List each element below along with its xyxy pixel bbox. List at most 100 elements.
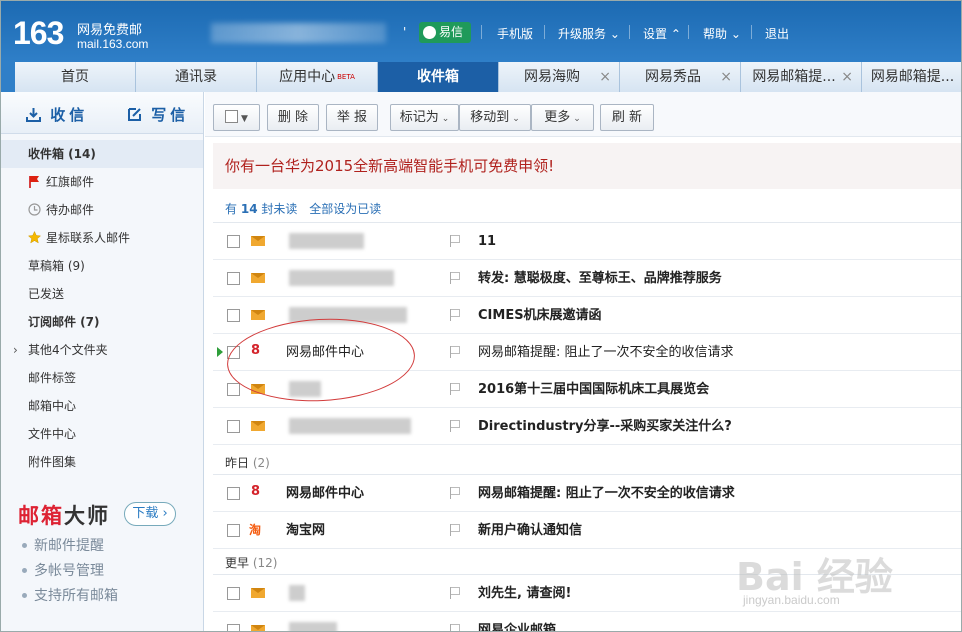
divider [481, 25, 482, 39]
email-row[interactable]: 转发: 慧聪极度、至尊标王、品牌推荐服务 [213, 260, 961, 297]
flag-icon[interactable] [450, 235, 461, 247]
flag-icon[interactable] [450, 272, 461, 284]
help-link[interactable]: 帮助 ⌄ [703, 25, 741, 42]
chevron-right-icon: › [158, 506, 168, 521]
tab-mail-reminder-1[interactable]: 网易邮箱提... × [741, 62, 862, 92]
chevron-right-icon[interactable]: › [13, 336, 18, 364]
sidebar-item-mail-center[interactable]: 邮箱中心 [1, 392, 203, 420]
promo-banner[interactable]: 你有一台华为2015全新高端智能手机可免费申领! [213, 143, 961, 189]
flag-icon[interactable] [450, 487, 461, 499]
email-subject: 刘先生, 请查阅! [478, 586, 572, 601]
sidebar-item-attachments[interactable]: 附件图集 [1, 448, 203, 476]
download-button[interactable]: 下载 › [124, 502, 176, 526]
envelope-icon [251, 421, 265, 431]
row-checkbox[interactable] [227, 383, 240, 396]
sidebar-item-sent[interactable]: 已发送 [1, 280, 203, 308]
receive-button[interactable]: 收信 [26, 104, 88, 125]
flag-icon[interactable] [450, 309, 461, 321]
baidu-watermark-url: jingyan.baidu.com [743, 593, 840, 607]
envelope-icon [251, 625, 265, 631]
tab-netease-haigou[interactable]: 网易海购 × [499, 62, 620, 92]
row-checkbox[interactable] [227, 524, 240, 537]
email-row[interactable]: 淘 淘宝网 新用户确认通知信 [213, 512, 961, 549]
unread-summary: 有 14 封未读 全部设为已读 [225, 202, 382, 216]
divider [751, 25, 752, 39]
mobile-link[interactable]: 手机版 [497, 25, 533, 42]
tab-app-center[interactable]: 应用中心 BETA [257, 62, 378, 92]
sidebar-item-red-flag[interactable]: 红旗邮件 [1, 168, 203, 196]
row-checkbox[interactable] [227, 420, 240, 433]
email-row[interactable]: 11 [213, 223, 961, 260]
refresh-button[interactable]: 刷 新 [600, 104, 654, 131]
blurred-sender [289, 418, 411, 434]
flag-icon[interactable] [450, 346, 461, 358]
email-subject: Directindustry分享--采购买家关注什么? [478, 419, 732, 434]
row-checkbox[interactable] [227, 624, 240, 631]
star-icon [28, 231, 41, 244]
sidebar-item-todo[interactable]: 待办邮件 [1, 196, 203, 224]
sidebar-item-starred[interactable]: 星标联系人邮件 [1, 224, 203, 252]
move-to-button[interactable]: 移动到 ⌄ [459, 104, 531, 131]
sidebar-item-other-folders[interactable]: › 其他4个文件夹 [1, 336, 203, 364]
chevron-down-icon: ⌄ [727, 27, 741, 41]
close-icon[interactable]: × [599, 62, 611, 92]
blurred-sender [289, 233, 364, 249]
tab-contacts[interactable]: 通讯录 [136, 62, 257, 92]
mark-as-button[interactable]: 标记为 ⌄ [390, 104, 459, 131]
feature-item: 新邮件提醒 [18, 535, 118, 555]
flag-icon[interactable] [450, 420, 461, 432]
mail-master-promo: 邮箱大师 下载 › 新邮件提醒 多帐号管理 支持所有邮箱 [18, 500, 176, 605]
tab-home[interactable]: 首页 [15, 62, 136, 92]
unread-count: 14 [240, 202, 258, 216]
sidebar-item-subscriptions[interactable]: 订阅邮件 (7) [1, 308, 203, 336]
email-row[interactable]: 8 网易邮件中心 网易邮箱提醒: 阻止了一次不安全的收信请求 [213, 475, 961, 512]
close-icon[interactable]: × [841, 62, 853, 92]
taobao-icon: 淘 [249, 523, 262, 537]
compose-button[interactable]: 写信 [127, 104, 189, 125]
flag-icon[interactable] [450, 524, 461, 536]
flag-icon[interactable] [450, 624, 461, 631]
select-all-checkbox[interactable] [225, 110, 239, 123]
mark-all-read-link[interactable]: 全部设为已读 [309, 202, 381, 216]
more-button[interactable]: 更多 ⌄ [531, 104, 594, 131]
delete-button[interactable]: 删 除 [267, 104, 319, 131]
email-subject: 转发: 慧聪极度、至尊标王、品牌推荐服务 [478, 271, 722, 286]
email-subject: 网易邮箱提醒: 阻止了一次不安全的收信请求 [478, 486, 735, 501]
group-header-yesterday: 昨日 (2) [213, 451, 961, 475]
close-icon[interactable]: × [720, 62, 732, 92]
row-checkbox[interactable] [227, 587, 240, 600]
mail-toolbar: ▼ 删 除 举 报 标记为 ⌄ 移动到 ⌄ 更多 ⌄ 刷 新 [205, 92, 961, 137]
header-separator: ' [403, 25, 407, 39]
compose-label: 写信 [151, 106, 190, 124]
select-all-dropdown[interactable]: ▼ [213, 104, 260, 131]
logo-name: 网易免费邮 [77, 23, 143, 38]
tab-inbox[interactable]: 收件箱 [378, 62, 499, 92]
email-row[interactable]: Directindustry分享--采购买家关注什么? [213, 408, 961, 445]
sidebar-item-drafts[interactable]: 草稿箱 (9) [1, 252, 203, 280]
row-checkbox[interactable] [227, 272, 240, 285]
upgrade-link[interactable]: 升级服务 ⌄ [558, 25, 620, 42]
sidebar-item-file-center[interactable]: 文件中心 [1, 420, 203, 448]
tab-mail-reminder-2[interactable]: 网易邮箱提... [862, 62, 961, 92]
tab-netease-xiupin[interactable]: 网易秀品 × [620, 62, 741, 92]
email-row[interactable]: 网易企业邮箱 [213, 612, 961, 631]
logout-link[interactable]: 退出 [765, 25, 789, 42]
report-button[interactable]: 举 报 [326, 104, 378, 131]
sidebar-actions: 收信 写信 [1, 92, 203, 134]
blurred-sender [289, 622, 337, 631]
yixin-button[interactable]: 易信 [419, 22, 471, 43]
flag-icon[interactable] [450, 587, 461, 599]
email-subject: 网易邮箱提醒: 阻止了一次不安全的收信请求 [478, 345, 734, 360]
blurred-sender [289, 270, 394, 286]
sidebar-item-tags[interactable]: 邮件标签 [1, 364, 203, 392]
flag-icon[interactable] [450, 383, 461, 395]
feature-item: 多帐号管理 [18, 560, 118, 580]
row-checkbox[interactable] [227, 487, 240, 500]
row-checkbox[interactable] [227, 309, 240, 322]
red-flag-icon [29, 176, 39, 188]
row-checkbox[interactable] [227, 235, 240, 248]
logo-163[interactable]: 163 [13, 15, 64, 52]
clock-icon [28, 203, 41, 216]
settings-link[interactable]: 设置 ⌃ [643, 25, 681, 42]
sidebar-item-inbox[interactable]: 收件箱 (14) [1, 140, 203, 168]
